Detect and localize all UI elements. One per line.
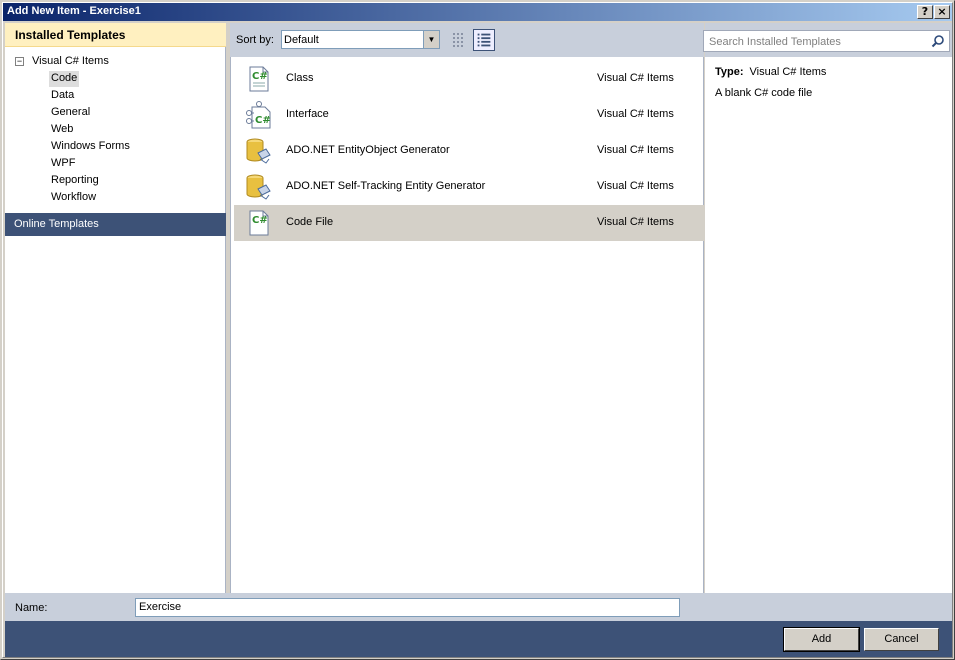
tree-item-general[interactable]: General [49, 105, 92, 121]
template-type: Visual C# Items [597, 216, 674, 228]
tree-item-reporting[interactable]: Reporting [49, 173, 101, 189]
dialog-body: Installed Templates − Visual C# Items Cod… [5, 23, 952, 593]
template-name: Class [286, 72, 314, 84]
sort-by-label: Sort by: [236, 34, 274, 46]
svg-text:C#: C# [252, 71, 268, 82]
tree-item-web[interactable]: Web [49, 122, 75, 138]
search-placeholder: Search Installed Templates [709, 36, 841, 48]
window-title: Add New Item - Exercise1 [7, 5, 141, 17]
csharp-code-file-icon: C# [249, 210, 269, 236]
add-new-item-dialog: Add New Item - Exercise1 ? × Installed T… [0, 0, 955, 660]
template-name: ADO.NET EntityObject Generator [286, 144, 450, 156]
title-bar[interactable]: Add New Item - Exercise1 ? × [3, 3, 952, 21]
database-generator-icon [246, 138, 271, 164]
template-item-ado-self-tracking[interactable]: ADO.NET Self-Tracking Entity Generator V… [234, 169, 704, 205]
template-name: Code File [286, 216, 334, 228]
csharp-class-icon: C# [249, 66, 269, 92]
template-type: Visual C# Items [597, 72, 674, 84]
online-templates-header[interactable]: Online Templates [5, 213, 226, 236]
template-item-code-file[interactable]: C# Code File Visual C# Items [234, 205, 704, 241]
template-description: A blank C# code file [715, 87, 813, 99]
name-label: Name: [15, 602, 48, 614]
installed-templates-header[interactable]: Installed Templates [5, 23, 226, 47]
type-line: Type: Visual C# Items [715, 66, 826, 78]
template-name: ADO.NET Self-Tracking Entity Generator [286, 180, 486, 192]
sort-by-dropdown[interactable]: Default ▼ [281, 30, 440, 49]
cancel-button[interactable]: Cancel [864, 628, 939, 651]
small-icons-view-icon[interactable] [448, 29, 470, 51]
add-button[interactable]: Add [783, 627, 860, 652]
tree-root-label: Visual C# Items [32, 55, 109, 67]
search-icon[interactable] [931, 34, 945, 48]
type-value: Visual C# Items [749, 66, 827, 78]
search-input[interactable]: Search Installed Templates [703, 30, 950, 52]
installed-templates-label: Installed Templates [15, 28, 126, 42]
tree-item-code[interactable]: Code [49, 71, 80, 87]
sort-by-value: Default [284, 34, 319, 46]
search-bar: Search Installed Templates [703, 23, 952, 57]
online-templates-label: Online Templates [14, 218, 99, 230]
template-type: Visual C# Items [597, 108, 674, 120]
tree-item-data[interactable]: Data [49, 88, 76, 104]
svg-text:C#: C# [252, 215, 268, 226]
template-type: Visual C# Items [597, 180, 674, 192]
template-type: Visual C# Items [597, 144, 674, 156]
template-list: C# Class Visual C# Items C# Interface Vi… [230, 57, 704, 593]
tree-root-visual-csharp[interactable]: − Visual C# Items [15, 55, 109, 71]
sort-toolbar: Sort by: Default ▼ [230, 23, 704, 57]
template-item-ado-entityobject[interactable]: ADO.NET EntityObject Generator Visual C#… [234, 133, 704, 169]
collapse-icon[interactable]: − [15, 56, 24, 66]
tree-item-workflow[interactable]: Workflow [49, 190, 98, 206]
button-bar: Add Cancel [5, 621, 952, 657]
template-name: Interface [286, 108, 329, 120]
details-view-icon[interactable] [473, 29, 495, 51]
tree-item-windows-forms[interactable]: Windows Forms [49, 139, 132, 155]
template-item-interface[interactable]: C# Interface Visual C# Items [234, 97, 704, 133]
template-details-panel: Type: Visual C# Items A blank C# code fil… [705, 57, 952, 593]
svg-text:C#: C# [255, 115, 271, 126]
name-field-value: Exercise [139, 601, 182, 613]
database-generator-icon [246, 174, 271, 200]
template-item-class[interactable]: C# Class Visual C# Items [234, 61, 704, 97]
close-button[interactable]: × [934, 5, 950, 19]
type-label: Type: [715, 66, 744, 78]
name-field[interactable]: Exercise [135, 598, 680, 617]
name-row: Name: Exercise [5, 593, 952, 621]
template-category-panel: Installed Templates − Visual C# Items Cod… [5, 23, 226, 593]
dropdown-arrow-icon[interactable]: ▼ [423, 31, 439, 48]
csharp-interface-icon: C# [246, 101, 271, 129]
tree-item-wpf[interactable]: WPF [49, 156, 77, 172]
help-button[interactable]: ? [917, 5, 933, 19]
